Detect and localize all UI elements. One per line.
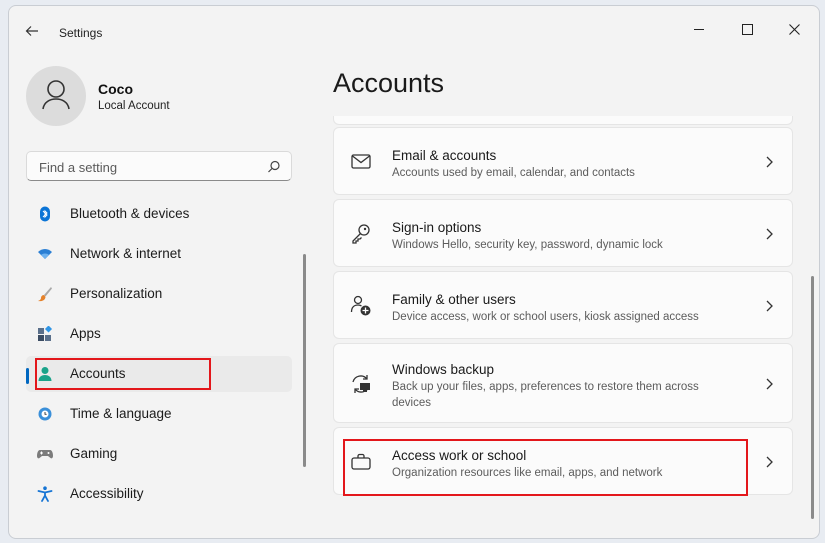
- selection-indicator: [26, 368, 29, 384]
- chevron-right-icon: [766, 456, 773, 468]
- nav-label: Personalization: [70, 286, 163, 301]
- card-title: Sign-in options: [392, 220, 482, 235]
- highlight-box-accounts: [35, 358, 211, 390]
- nav-label: Apps: [70, 326, 101, 341]
- search-box[interactable]: [26, 151, 292, 181]
- nav-label: Gaming: [70, 446, 118, 461]
- content-scrollbar[interactable]: [811, 276, 814, 519]
- nav-label: Time & language: [70, 406, 172, 421]
- globe-clock-icon: [38, 407, 52, 421]
- family-icon: [350, 295, 371, 316]
- card-partial: [333, 116, 793, 125]
- close-button[interactable]: [779, 16, 809, 42]
- highlight-box-access-work: [343, 439, 748, 496]
- title-bar: Settings: [9, 6, 819, 50]
- wifi-icon: [38, 249, 52, 259]
- nav-label: Network & internet: [70, 246, 182, 261]
- accessibility-icon: [37, 486, 53, 502]
- nav-item-personalization[interactable]: Personalization: [26, 276, 292, 312]
- gamepad-icon: [37, 450, 53, 459]
- nav-item-apps[interactable]: Apps: [26, 316, 292, 352]
- nav-item-bluetooth[interactable]: Bluetooth & devices: [26, 196, 292, 232]
- avatar[interactable]: [26, 66, 86, 126]
- back-arrow-icon[interactable]: [25, 24, 41, 40]
- card-family-other-users[interactable]: Family & other users Device access, work…: [333, 271, 793, 339]
- search-icon[interactable]: [267, 160, 281, 174]
- chevron-right-icon: [766, 156, 773, 168]
- backup-icon: [352, 375, 370, 393]
- chevron-right-icon: [766, 378, 773, 390]
- user-icon: [42, 80, 70, 110]
- card-description: Device access, work or school users, kio…: [392, 311, 699, 323]
- minimize-icon: [694, 28, 704, 30]
- search-input[interactable]: [37, 157, 261, 177]
- app-title: Settings: [59, 26, 103, 40]
- nav-item-gaming[interactable]: Gaming: [26, 436, 292, 472]
- account-type: Local Account: [98, 100, 170, 112]
- chevron-right-icon: [766, 300, 773, 312]
- card-sign-in-options[interactable]: Sign-in options Windows Hello, security …: [333, 199, 793, 267]
- minimize-button[interactable]: [684, 16, 714, 42]
- nav-item-accessibility[interactable]: Accessibility: [26, 476, 292, 512]
- maximize-button[interactable]: [732, 16, 762, 42]
- card-title: Family & other users: [392, 292, 516, 307]
- maximize-icon: [741, 23, 753, 35]
- card-description: Windows Hello, security key, password, d…: [392, 239, 663, 251]
- settings-window: Settings Coco Local Account Bluetooth & …: [8, 5, 820, 539]
- apps-icon: [38, 326, 53, 341]
- page-title: Accounts: [333, 68, 445, 98]
- card-description: Back up your files, apps, preferences to…: [392, 381, 699, 409]
- brush-icon: [38, 287, 52, 302]
- nav-label: Bluetooth & devices: [70, 206, 190, 221]
- sidebar-scrollbar[interactable]: [303, 254, 306, 467]
- user-name: Coco: [98, 81, 133, 97]
- chevron-right-icon: [766, 228, 773, 240]
- card-description: Accounts used by email, calendar, and co…: [392, 167, 635, 179]
- card-email-accounts[interactable]: Email & accounts Accounts used by email,…: [333, 127, 793, 195]
- bluetooth-icon: [40, 206, 50, 222]
- nav-item-time-language[interactable]: Time & language: [26, 396, 292, 432]
- nav-item-network[interactable]: Network & internet: [26, 236, 292, 272]
- card-title: Email & accounts: [392, 148, 497, 163]
- close-icon: [788, 23, 800, 35]
- card-windows-backup[interactable]: Windows backup Back up your files, apps,…: [333, 343, 793, 423]
- mail-icon: [351, 154, 371, 169]
- key-icon: [352, 224, 370, 244]
- card-title: Windows backup: [392, 362, 495, 377]
- nav-label: Accessibility: [70, 486, 144, 501]
